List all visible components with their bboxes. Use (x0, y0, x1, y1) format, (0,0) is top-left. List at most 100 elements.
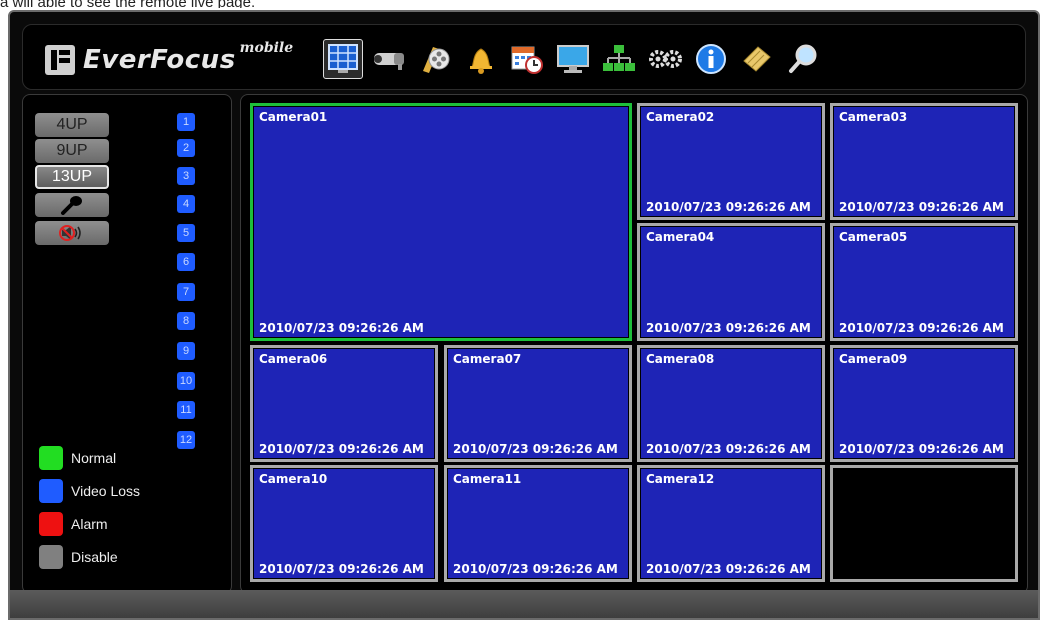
camera-name: Camera06 (259, 352, 328, 366)
notes-button[interactable] (737, 39, 777, 79)
camera-name: Camera02 (646, 110, 715, 124)
header-bar: EverFocus mobile (22, 24, 1026, 90)
camera-tile-02[interactable]: Camera02 2010/07/23 09:26:26 AM (637, 103, 825, 220)
network-button[interactable] (599, 39, 639, 79)
camera-name: Camera11 (453, 472, 522, 486)
layout-9up-button[interactable]: 9UP (35, 139, 109, 163)
camera-tile-09[interactable]: Camera09 2010/07/23 09:26:26 AM (830, 345, 1018, 462)
camera-tile-04[interactable]: Camera04 2010/07/23 09:26:26 AM (637, 223, 825, 341)
channel-4-button[interactable]: 4 (177, 195, 195, 213)
channel-7-button[interactable]: 7 (177, 283, 195, 301)
settings-button[interactable] (645, 39, 685, 79)
calendar-clock-icon (511, 46, 543, 74)
channel-10-button[interactable]: 10 (177, 372, 195, 390)
camera-button[interactable] (369, 39, 409, 79)
legend-swatch-normal (39, 446, 63, 470)
search-icon (789, 44, 817, 73)
camera-tile-10[interactable]: Camera10 2010/07/23 09:26:26 AM (250, 465, 438, 582)
brand-name: EverFocus (83, 45, 236, 75)
microphone-icon (61, 196, 82, 215)
camera-tile-01[interactable]: Camera01 2010/07/23 09:26:26 AM (250, 103, 632, 341)
camera-timestamp: 2010/07/23 09:26:26 AM (839, 200, 1004, 214)
live-view-button[interactable] (323, 39, 363, 79)
camera-grid: Camera01 2010/07/23 09:26:26 AM Camera02… (240, 94, 1028, 594)
channel-2-button[interactable]: 2 (177, 139, 195, 157)
alarm-button[interactable] (461, 39, 501, 79)
film-reel-icon (423, 47, 450, 73)
camera-tile-03[interactable]: Camera03 2010/07/23 09:26:26 AM (830, 103, 1018, 220)
camera-timestamp: 2010/07/23 09:26:26 AM (839, 442, 1004, 456)
monitor-icon (557, 45, 589, 73)
brand-suffix: mobile (239, 40, 294, 56)
brand-logo: EverFocus mobile (45, 40, 294, 77)
notes-icon (743, 46, 771, 72)
app-window: EverFocus mobile 4UP 9UP 13UP 1 2 3 4 5 … (8, 10, 1040, 620)
info-icon (696, 44, 726, 74)
legend-swatch-alarm (39, 512, 63, 536)
camera-tile-08[interactable]: Camera08 2010/07/23 09:26:26 AM (637, 345, 825, 462)
control-panel: 4UP 9UP 13UP 1 2 3 4 5 6 7 8 9 10 11 12 (22, 94, 232, 594)
camera-tile-11[interactable]: Camera11 2010/07/23 09:26:26 AM (444, 465, 632, 582)
playback-button[interactable] (415, 39, 455, 79)
speaker-muted-icon (59, 225, 81, 241)
camera-timestamp: 2010/07/23 09:26:26 AM (646, 200, 811, 214)
everfocus-logo-icon (45, 45, 75, 75)
search-button[interactable] (783, 39, 823, 79)
legend-label-normal: Normal (71, 450, 117, 466)
camera-name: Camera03 (839, 110, 908, 124)
channel-9-button[interactable]: 9 (177, 342, 195, 360)
legend-label-alarm: Alarm (71, 516, 108, 532)
legend-video-loss: Video Loss (39, 479, 140, 503)
camera-tile-06[interactable]: Camera06 2010/07/23 09:26:26 AM (250, 345, 438, 462)
legend-swatch-disable (39, 545, 63, 569)
camera-name: Camera08 (646, 352, 715, 366)
document-caption: a will able to see the remote live page. (0, 0, 255, 8)
legend-disable: Disable (39, 545, 118, 569)
settings-gears-icon (649, 50, 682, 68)
camera-timestamp: 2010/07/23 09:26:26 AM (453, 442, 618, 456)
camera-timestamp: 2010/07/23 09:26:26 AM (646, 562, 811, 576)
camera-tile-empty[interactable] (830, 465, 1018, 582)
channel-12-button[interactable]: 12 (177, 431, 195, 449)
camera-name: Camera12 (646, 472, 715, 486)
legend-normal: Normal (39, 446, 116, 470)
display-button[interactable] (553, 39, 593, 79)
camera-name: Camera04 (646, 230, 715, 244)
camera-timestamp: 2010/07/23 09:26:26 AM (646, 442, 811, 456)
window-footer-bar (10, 590, 1038, 618)
microphone-button[interactable] (35, 193, 109, 217)
camera-tile-12[interactable]: Camera12 2010/07/23 09:26:26 AM (637, 465, 825, 582)
camera-name: Camera09 (839, 352, 908, 366)
channel-6-button[interactable]: 6 (177, 253, 195, 271)
network-icon (603, 45, 635, 71)
legend-label-video-loss: Video Loss (71, 483, 141, 499)
channel-3-button[interactable]: 3 (177, 167, 195, 185)
audio-button[interactable] (35, 221, 109, 245)
schedule-button[interactable] (507, 39, 547, 79)
channel-5-button[interactable]: 5 (177, 224, 195, 242)
channel-1-button[interactable]: 1 (177, 113, 195, 131)
channel-8-button[interactable]: 8 (177, 312, 195, 330)
legend-swatch-video-loss (39, 479, 63, 503)
camera-icon (374, 53, 404, 70)
camera-timestamp: 2010/07/23 09:26:26 AM (259, 442, 424, 456)
camera-tile-05[interactable]: Camera05 2010/07/23 09:26:26 AM (830, 223, 1018, 341)
camera-timestamp: 2010/07/23 09:26:26 AM (839, 321, 1004, 335)
legend-alarm: Alarm (39, 512, 108, 536)
camera-timestamp: 2010/07/23 09:26:26 AM (646, 321, 811, 335)
camera-timestamp: 2010/07/23 09:26:26 AM (259, 562, 424, 576)
camera-timestamp: 2010/07/23 09:26:26 AM (453, 562, 618, 576)
camera-name: Camera10 (259, 472, 328, 486)
camera-tile-07[interactable]: Camera07 2010/07/23 09:26:26 AM (444, 345, 632, 462)
info-button[interactable] (691, 39, 731, 79)
main-toolbar (323, 39, 823, 79)
camera-name: Camera01 (259, 110, 328, 124)
layout-4up-button[interactable]: 4UP (35, 113, 109, 137)
camera-timestamp: 2010/07/23 09:26:26 AM (259, 321, 424, 335)
live-view-grid-icon (328, 44, 358, 73)
camera-name: Camera07 (453, 352, 522, 366)
channel-11-button[interactable]: 11 (177, 401, 195, 419)
legend-label-disable: Disable (71, 549, 118, 565)
camera-name: Camera05 (839, 230, 908, 244)
layout-13up-button[interactable]: 13UP (35, 165, 109, 189)
